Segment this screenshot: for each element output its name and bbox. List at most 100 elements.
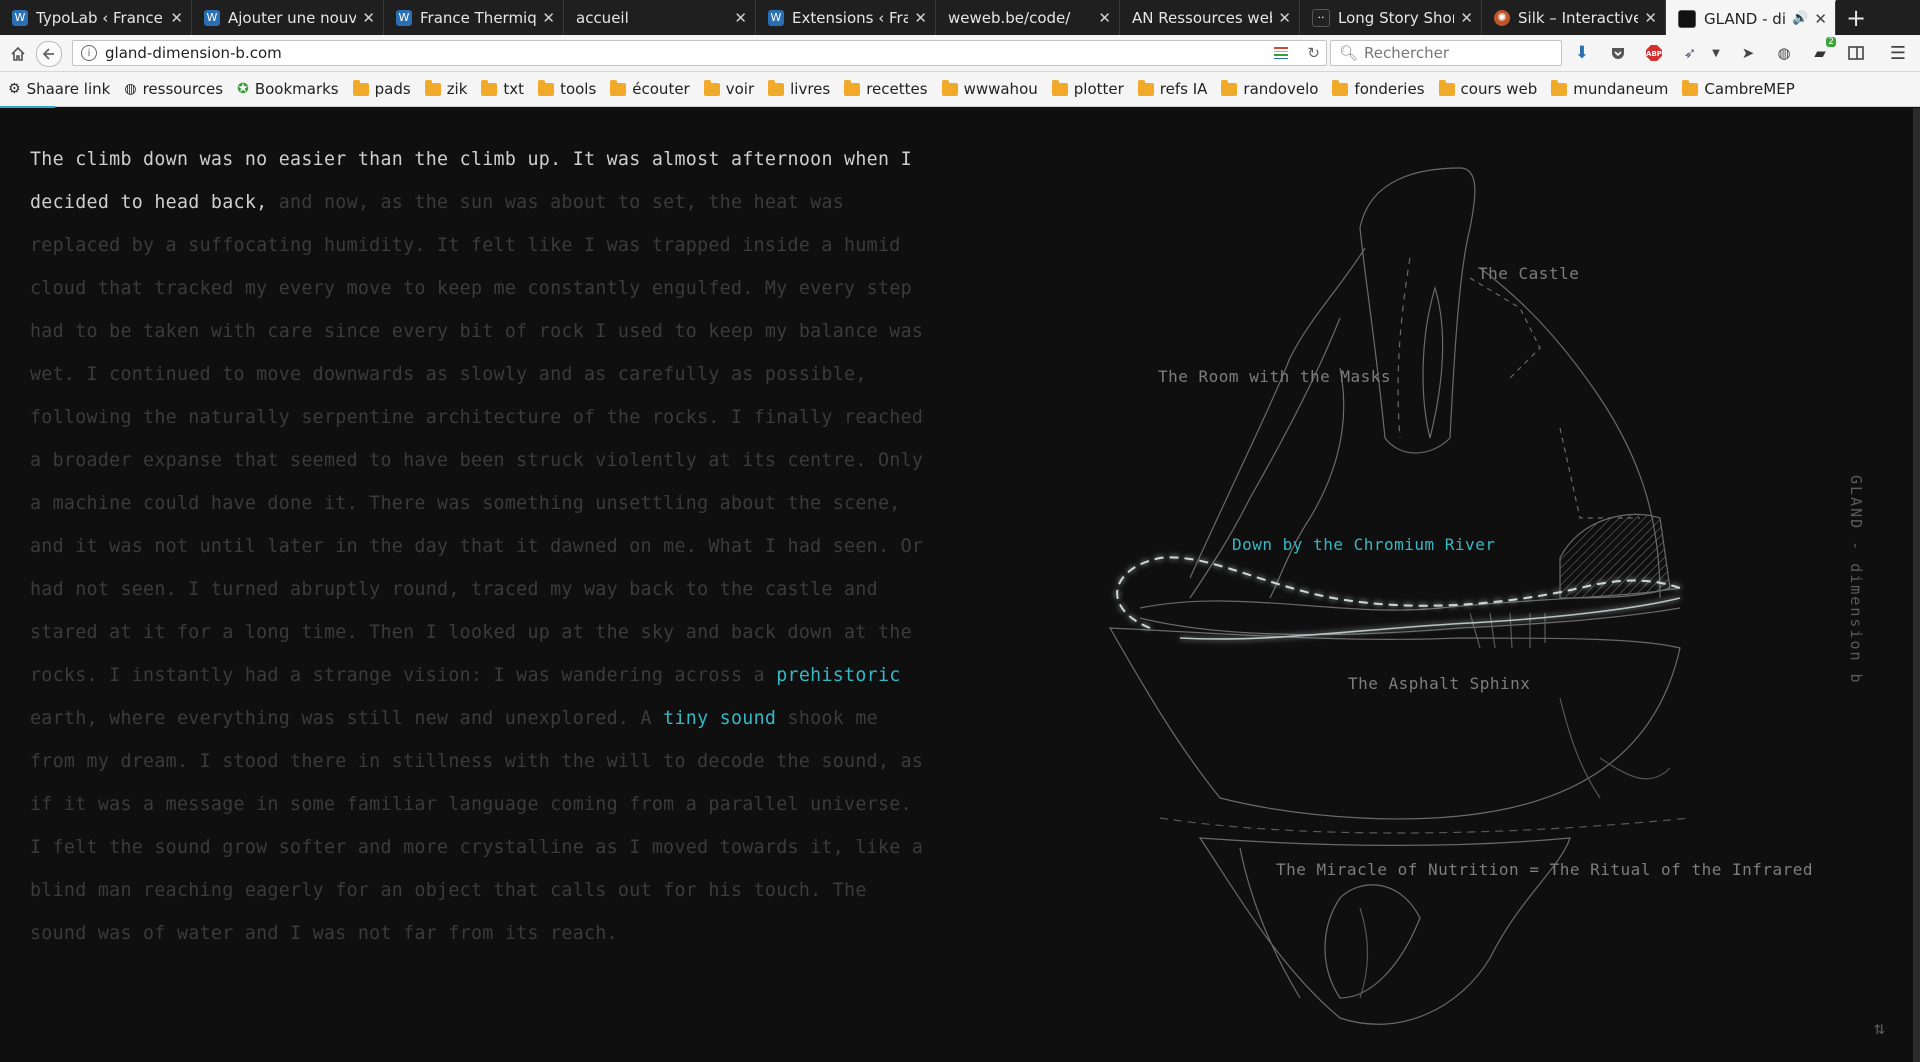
bookmark-folder[interactable]: livres	[768, 79, 831, 98]
reload-icon[interactable]: ↻	[1307, 44, 1320, 62]
home-icon[interactable]	[8, 44, 28, 64]
url-bar[interactable]: i gland-dimension-b.com ↻	[72, 40, 1327, 66]
bookmark-folder[interactable]: refs IA	[1137, 79, 1207, 98]
bookmark-label: pads	[374, 80, 411, 98]
silk-icon: ✺	[1494, 9, 1510, 26]
bookmark-folder[interactable]: mundaneum	[1551, 79, 1668, 98]
tab-accueil[interactable]: accueil ✕	[564, 0, 756, 35]
sidebar-icon[interactable]	[1846, 43, 1866, 63]
bookmark-label: randovelo	[1243, 80, 1319, 98]
folder-icon	[1332, 79, 1349, 96]
folder-icon	[844, 79, 861, 96]
notification-icon[interactable]: ▰ 2	[1810, 37, 1836, 63]
bookmark-shaare[interactable]: ⚙ Shaare link	[8, 80, 110, 98]
bookmark-folder[interactable]: fonderies	[1332, 79, 1425, 98]
folder-icon	[481, 79, 498, 96]
svg-text:ABP: ABP	[1646, 50, 1662, 58]
bookmark-label: Bookmarks	[254, 80, 339, 98]
dots-icon: ··	[1312, 8, 1330, 27]
close-icon[interactable]: ✕	[914, 9, 927, 27]
new-tab-button[interactable]: +	[1836, 0, 1876, 35]
castle-shape	[1359, 167, 1476, 454]
tab-typolab[interactable]: W TypoLab ‹ France Th ✕	[0, 0, 192, 35]
bookmark-label: livres	[790, 80, 831, 98]
tab-france-thermique[interactable]: W France Thermique · ✕	[384, 0, 564, 35]
pocket-icon[interactable]	[1608, 43, 1628, 63]
folder-icon	[1137, 79, 1154, 96]
bookmark-label: wwwahou	[963, 80, 1038, 98]
bookmark-folder[interactable]: zik	[424, 79, 467, 98]
close-icon[interactable]: ✕	[170, 9, 183, 27]
close-icon[interactable]: ✕	[362, 9, 375, 27]
bookmark-label: écouter	[632, 80, 690, 98]
bookmark-folder[interactable]: CambreMEP	[1682, 79, 1795, 98]
info-icon[interactable]: i	[81, 45, 97, 61]
folder-icon	[352, 79, 369, 96]
bookmark-label: plotter	[1073, 80, 1124, 98]
tab-weweb[interactable]: weweb.be/code/ ✕	[936, 0, 1120, 35]
bookmark-label: tools	[560, 80, 597, 98]
bookmark-folder[interactable]: recettes	[844, 79, 928, 98]
tab-gland[interactable]: GLAND - dimension 🔊 ✕	[1666, 0, 1836, 35]
link-icon: ⚙	[8, 81, 21, 97]
globe-icon[interactable]: ◍	[1774, 43, 1794, 63]
story-part: earth, where everything was still new an…	[30, 708, 664, 729]
bookmark-ressources[interactable]: ◍ ressources	[124, 80, 223, 98]
map-label-nutrition[interactable]: The Miracle of Nutrition = The Ritual of…	[1276, 860, 1813, 879]
speaker-icon[interactable]: 🔊	[1792, 11, 1808, 26]
search-bar[interactable]: 🔍︎ Rechercher	[1330, 40, 1562, 66]
chevron-down-icon[interactable]: ▼	[1706, 43, 1726, 63]
close-icon[interactable]: ✕	[1644, 9, 1657, 27]
map-label-river[interactable]: Down by the Chromium River	[1232, 535, 1495, 554]
close-icon[interactable]: ✕	[1098, 9, 1111, 27]
download-icon[interactable]: ⬇	[1572, 43, 1592, 63]
gland-map: The Castle The Room with the Masks Down …	[1040, 138, 1850, 1038]
bird-icon[interactable]: ➤	[1738, 43, 1758, 63]
tab-an-ressources[interactable]: AN Ressources web ✕	[1120, 0, 1300, 35]
close-icon[interactable]: ✕	[1814, 10, 1827, 28]
tab-silk[interactable]: ✺ Silk – Interactive Ge ✕	[1482, 0, 1666, 35]
adblock-icon[interactable]: ABP	[1644, 43, 1664, 63]
bookmark-folder[interactable]: randovelo	[1221, 79, 1319, 98]
link-prehistoric[interactable]: prehistoric	[776, 665, 900, 686]
bookmark-folder[interactable]: txt	[481, 79, 524, 98]
bookmark-folder[interactable]: tools	[538, 79, 597, 98]
bookmark-folder[interactable]: pads	[352, 79, 411, 98]
close-icon[interactable]: ✕	[1278, 9, 1291, 27]
globe-icon: ◍	[124, 81, 137, 97]
scrollbar[interactable]	[1913, 108, 1920, 1062]
url-text: gland-dimension-b.com	[105, 44, 282, 62]
bookmark-folder[interactable]: wwwahou	[941, 79, 1038, 98]
link-tiny-sound[interactable]: tiny sound	[663, 708, 776, 729]
map-label-castle[interactable]: The Castle	[1478, 264, 1579, 283]
tab-long-story-short[interactable]: ·· Long Story Short D ✕	[1300, 0, 1482, 35]
back-button[interactable]	[36, 41, 62, 67]
bookmark-folder[interactable]: plotter	[1051, 79, 1124, 98]
folder-icon	[941, 79, 958, 96]
tab-title: GLAND - dimension	[1704, 9, 1786, 28]
menu-icon[interactable]: ☰	[1888, 43, 1908, 64]
bookmark-label: fonderies	[1354, 80, 1425, 98]
folder-icon	[1051, 79, 1068, 96]
corner-mark-icon[interactable]: ⇅	[1874, 1018, 1885, 1039]
map-label-sphinx[interactable]: The Asphalt Sphinx	[1348, 674, 1530, 693]
reader-icon[interactable]	[1274, 47, 1288, 59]
tab-title: weweb.be/code/	[948, 8, 1071, 27]
close-icon[interactable]: ✕	[1460, 9, 1473, 27]
close-icon[interactable]: ✕	[542, 9, 555, 27]
bookmark-label: cours web	[1460, 80, 1538, 98]
folder-icon	[1438, 79, 1455, 96]
extension-icon[interactable]: ➶	[1680, 43, 1700, 63]
tab-title: Long Story Short D	[1338, 8, 1454, 27]
tab-extensions[interactable]: W Extensions ‹ France ✕	[756, 0, 936, 35]
bookmark-folder[interactable]: cours web	[1438, 79, 1538, 98]
bookmark-bookmarks[interactable]: ✪ Bookmarks	[237, 80, 339, 98]
side-title: GLAND - dimension b	[1847, 475, 1865, 685]
tab-title: Ajouter une nouvelle	[228, 8, 357, 27]
story-part: and now, as the sun was about to set, th…	[30, 192, 924, 686]
bookmark-folder[interactable]: écouter	[610, 79, 690, 98]
close-icon[interactable]: ✕	[734, 9, 747, 27]
map-label-masks[interactable]: The Room with the Masks	[1158, 367, 1391, 386]
bookmark-folder[interactable]: voir	[703, 79, 754, 98]
tab-ajouter[interactable]: W Ajouter une nouvelle ✕	[192, 0, 384, 35]
